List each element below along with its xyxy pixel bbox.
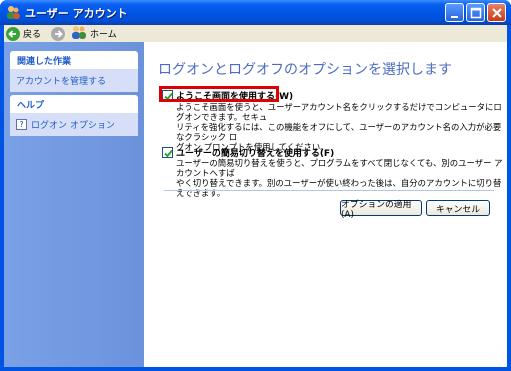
forward-arrow-icon bbox=[51, 26, 65, 41]
apply-options-button[interactable]: オプションの適用(A) bbox=[340, 200, 422, 220]
help-title: ヘルプ bbox=[10, 95, 138, 113]
content-area: 関連した作業 アカウントを管理する ヘルプ ? ログオン オプション ログオンと… bbox=[4, 42, 507, 367]
red-highlight-box bbox=[159, 86, 279, 102]
page-title: ログオンとログオフのオプションを選択します bbox=[158, 62, 452, 78]
title-bar[interactable]: ユーザー アカウント bbox=[0, 0, 511, 25]
related-tasks-panel: 関連した作業 アカウントを管理する bbox=[10, 51, 138, 92]
toolbar: 戻る ホーム bbox=[4, 25, 507, 42]
home-users-icon bbox=[71, 25, 87, 42]
cancel-button[interactable]: キャンセル bbox=[426, 200, 490, 216]
link-manage-accounts[interactable]: アカウントを管理する bbox=[16, 74, 138, 87]
window-title: ユーザー アカウント bbox=[25, 7, 128, 20]
help-icon: ? bbox=[16, 119, 27, 130]
forward-button[interactable] bbox=[51, 25, 65, 42]
welcome-screen-description: ようこそ画面を使うと、ユーザーアカウント名をクリックするだけでコンピュータにログ… bbox=[176, 102, 502, 152]
related-tasks-title: 関連した作業 bbox=[10, 51, 138, 69]
user-accounts-window: ユーザー アカウント 戻る ホーム 関連した作業 アカウントを管理する ヘルプ … bbox=[0, 0, 511, 371]
close-button[interactable] bbox=[487, 3, 506, 22]
user-accounts-icon bbox=[5, 5, 21, 20]
divider bbox=[164, 190, 494, 191]
maximize-button[interactable] bbox=[466, 3, 485, 22]
minimize-button[interactable] bbox=[445, 3, 464, 22]
home-label: ホーム bbox=[90, 30, 117, 40]
back-label: 戻る bbox=[23, 30, 42, 40]
fast-switching-description: ユーザーの簡易切り替えを使うと、プログラムをすべて閉じなくても、別のユーザー ア… bbox=[176, 158, 503, 198]
back-button[interactable]: 戻る bbox=[6, 25, 41, 42]
fast-switching-checkbox[interactable] bbox=[162, 147, 173, 158]
help-panel: ヘルプ ? ログオン オプション bbox=[10, 95, 138, 136]
home-button[interactable]: ホーム bbox=[71, 25, 117, 42]
link-logon-options[interactable]: ? ログオン オプション bbox=[16, 118, 138, 131]
task-pane: 関連した作業 アカウントを管理する ヘルプ ? ログオン オプション bbox=[4, 42, 144, 367]
back-arrow-icon bbox=[6, 26, 20, 41]
